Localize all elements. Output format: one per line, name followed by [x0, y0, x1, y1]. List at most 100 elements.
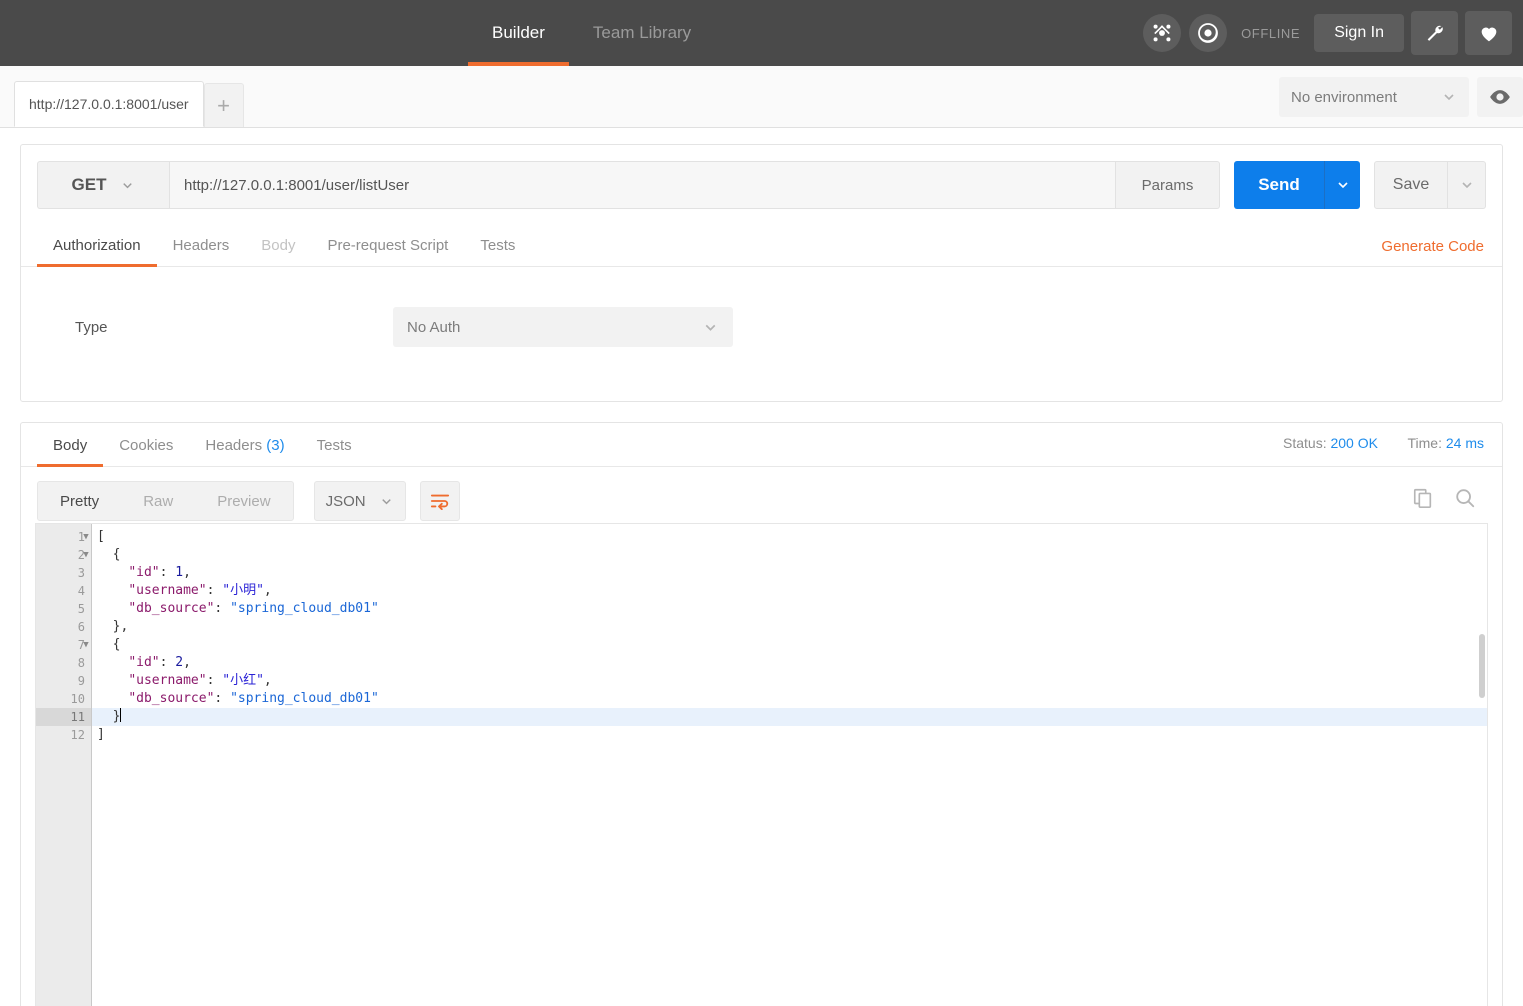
topbar-nav: Builder Team Library — [468, 0, 715, 66]
response-tab-body-label: Body — [53, 437, 88, 454]
tab-pre-request-script[interactable]: Pre-request Script — [311, 237, 464, 266]
params-button[interactable]: Params — [1116, 161, 1220, 209]
search-icon[interactable] — [1454, 487, 1476, 509]
editor-line-gutter[interactable]: 1 ▼ 2 ▼ 3 4 5 6 7 ▼ 8 9 10 11 12 — [36, 524, 92, 1006]
params-label: Params — [1141, 176, 1194, 194]
response-code-editor[interactable]: 1 ▼ 2 ▼ 3 4 5 6 7 ▼ 8 9 10 11 12 [ { "id": 1, "usernam… — [35, 523, 1488, 1006]
code-token: [ — [97, 529, 105, 544]
tab-body[interactable]: Body — [245, 237, 311, 266]
sync-icon[interactable] — [1143, 14, 1182, 52]
editor-gutter-filler — [36, 942, 91, 960]
chevron-down-icon — [705, 324, 716, 331]
view-mode-preview[interactable]: Preview — [195, 482, 292, 520]
editor-gutter-filler — [36, 798, 91, 816]
request-panel: GET http://127.0.0.1:8001/user/listUser … — [20, 144, 1503, 402]
request-tab[interactable]: http://127.0.0.1:8001/user — [14, 81, 204, 127]
response-tab-headers[interactable]: Headers (3) — [189, 437, 300, 466]
response-panel: Body Cookies Headers (3) Tests Status: 2… — [20, 422, 1503, 1006]
status-label: Status: — [1283, 435, 1327, 451]
new-tab-button[interactable]: + — [203, 83, 244, 127]
auth-type-select[interactable]: No Auth — [393, 307, 733, 347]
sign-in-label: Sign In — [1334, 24, 1384, 41]
code-token: , — [263, 583, 272, 598]
editor-line-number: 8 — [77, 656, 85, 670]
fold-toggle-icon[interactable]: ▼ — [80, 546, 92, 564]
editor-code-line: { — [92, 636, 1487, 654]
response-tab-body[interactable]: Body — [37, 437, 104, 467]
tab-tests-label: Tests — [480, 237, 516, 254]
tab-tests[interactable]: Tests — [464, 237, 531, 266]
editor-gutter-filler — [36, 816, 91, 834]
topbar-right-group: OFFLINE Sign In — [1143, 0, 1523, 66]
url-input-value: http://127.0.0.1:8001/user/listUser — [184, 176, 410, 194]
environment-select[interactable]: No environment — [1279, 77, 1469, 117]
view-mode-raw-label: Raw — [143, 492, 174, 510]
editor-gutter-filler — [36, 960, 91, 978]
heart-icon[interactable] — [1465, 11, 1512, 55]
fold-toggle-icon[interactable]: ▼ — [80, 528, 92, 546]
editor-line-number: 1 ▼ — [36, 528, 91, 546]
code-token: "username" — [128, 583, 207, 598]
send-button[interactable]: Send — [1234, 161, 1324, 209]
code-token: "db_source" — [128, 691, 215, 706]
response-subtabs: Body Cookies Headers (3) Tests — [21, 423, 1502, 467]
tab-team-library[interactable]: Team Library — [569, 0, 715, 66]
fold-toggle-icon[interactable]: ▼ — [80, 636, 92, 654]
send-label: Send — [1258, 175, 1300, 194]
view-mode-group: Pretty Raw Preview — [37, 481, 294, 521]
tab-authorization[interactable]: Authorization — [37, 237, 157, 267]
response-meta: Status: 200 OK Time: 24 ms — [1283, 435, 1484, 451]
editor-code-area[interactable]: [ { "id": 1, "username": "小明", "db_sourc… — [92, 524, 1487, 1006]
send-options-button[interactable] — [1324, 161, 1360, 209]
code-token: 1 — [175, 565, 184, 580]
http-method-select[interactable]: GET — [37, 161, 169, 209]
editor-line-number: 4 — [77, 584, 85, 598]
response-headers-count: (3) — [266, 437, 285, 454]
editor-code-line: "id": 2, — [92, 654, 1487, 672]
save-button[interactable]: Save — [1374, 161, 1448, 209]
code-token: "小红" — [222, 673, 264, 688]
authorization-body: Type No Auth — [21, 267, 1502, 401]
response-tab-tests[interactable]: Tests — [301, 437, 368, 466]
wrench-icon[interactable] — [1411, 11, 1458, 55]
sign-in-button[interactable]: Sign In — [1314, 14, 1404, 52]
environment-area: No environment — [1279, 77, 1523, 117]
word-wrap-icon[interactable] — [419, 481, 460, 521]
time-label: Time: — [1407, 435, 1442, 451]
editor-code-line: "username": "小明", — [92, 582, 1487, 600]
view-mode-raw[interactable]: Raw — [121, 482, 195, 520]
editor-gutter-filler — [36, 834, 91, 852]
editor-line-number: 12 — [70, 728, 85, 742]
editor-line-number: 7 ▼ — [36, 636, 91, 654]
editor-gutter-filler — [36, 996, 91, 1006]
tab-builder[interactable]: Builder — [468, 0, 569, 66]
send-group: Send — [1234, 161, 1360, 209]
editor-gutter-filler — [36, 924, 91, 942]
response-format-select[interactable]: JSON — [313, 481, 406, 521]
response-tab-cookies[interactable]: Cookies — [103, 437, 189, 466]
chevron-down-icon — [123, 182, 133, 188]
code-token: , — [183, 565, 191, 580]
code-token: , — [263, 673, 272, 688]
code-token: : — [214, 691, 231, 706]
editor-line-number: 5 — [77, 602, 85, 616]
generate-code-link[interactable]: Generate Code — [1381, 238, 1484, 255]
eye-icon[interactable] — [1477, 77, 1523, 117]
editor-code-line: "db_source": "spring_cloud_db01" — [92, 600, 1487, 618]
url-input[interactable]: http://127.0.0.1:8001/user/listUser — [169, 161, 1116, 209]
editor-code-line: }, — [92, 618, 1487, 636]
editor-gutter-filler — [36, 780, 91, 798]
editor-vertical-scrollbar[interactable] — [1479, 634, 1485, 698]
copy-icon[interactable] — [1412, 487, 1434, 509]
orbit-icon[interactable] — [1189, 14, 1228, 52]
editor-gutter-filler — [36, 870, 91, 888]
tab-builder-label: Builder — [492, 23, 545, 42]
save-options-button[interactable] — [1448, 161, 1486, 209]
response-tab-cookies-label: Cookies — [119, 437, 174, 454]
code-token: { — [97, 547, 121, 562]
tab-headers[interactable]: Headers — [157, 237, 246, 266]
view-mode-pretty[interactable]: Pretty — [38, 482, 122, 520]
